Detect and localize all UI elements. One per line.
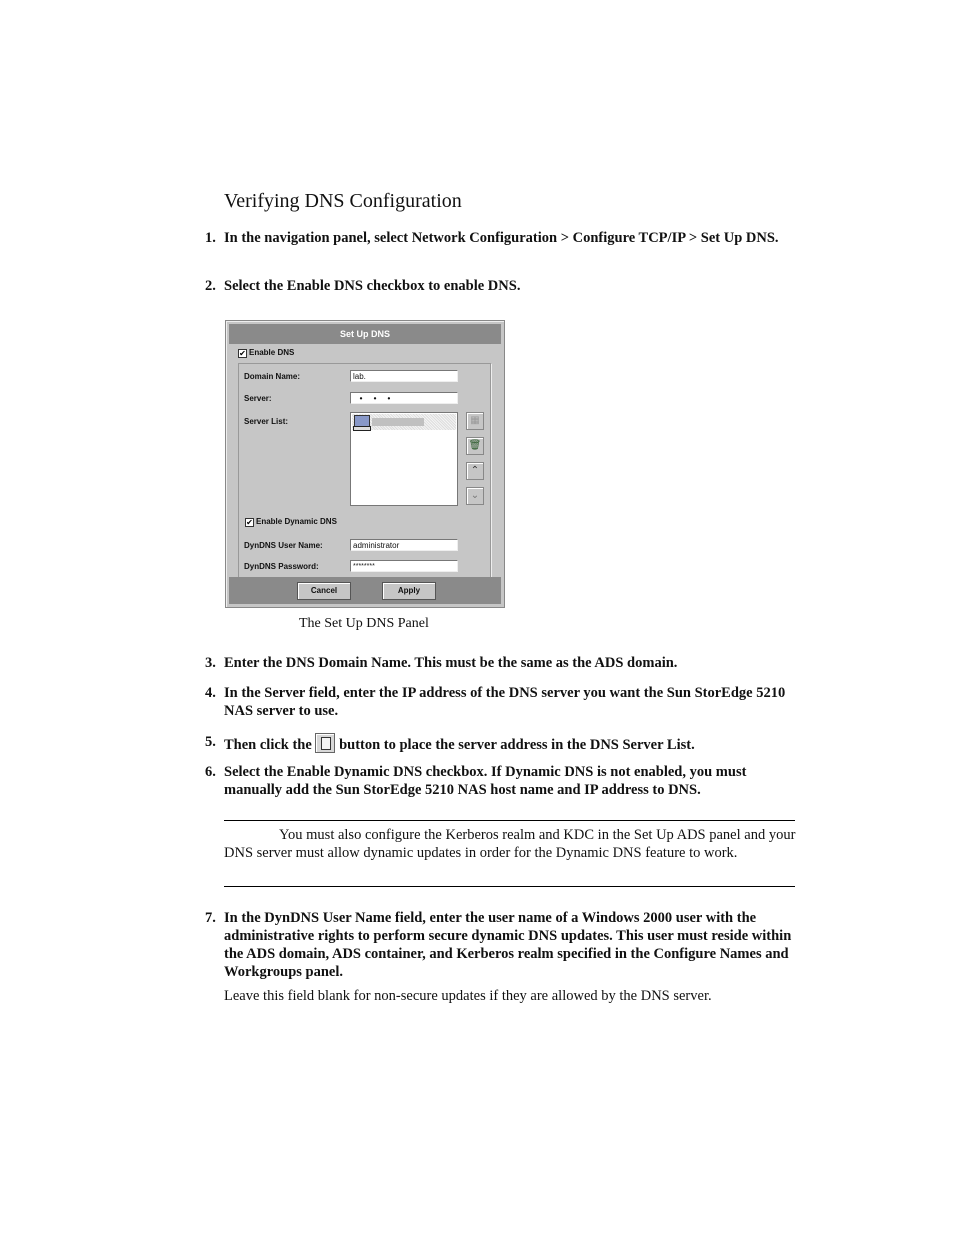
dyndns-user-label: DynDNS User Name: bbox=[244, 541, 323, 550]
server-label: Server: bbox=[244, 394, 272, 403]
enable-dns-label: Enable DNS bbox=[249, 348, 295, 357]
step-text: Select the Enable DNS checkbox to enable… bbox=[224, 278, 521, 294]
step-3: 3. Enter the DNS Domain Name. This must … bbox=[205, 654, 805, 672]
server-list-item[interactable]: · bbox=[352, 414, 456, 431]
step-text: Select the Enable Dynamic DNS checkbox. … bbox=[224, 764, 747, 798]
dyndns-password-field[interactable]: ******** bbox=[350, 560, 458, 572]
server-list[interactable]: · bbox=[350, 412, 458, 506]
add-server-icon: ▦ bbox=[470, 415, 480, 426]
panel-title: Set Up DNS bbox=[229, 324, 501, 344]
move-up-icon: ⌃ bbox=[470, 465, 480, 476]
step-number: 2. bbox=[205, 278, 216, 294]
step-text-before: Then click the bbox=[224, 737, 312, 753]
enable-dynamic-dns-checkbox[interactable]: ✔ bbox=[245, 518, 254, 527]
step-text: Enter the DNS Domain Name. This must be … bbox=[224, 655, 678, 671]
server-list-label: Server List: bbox=[244, 417, 289, 426]
step-5: 5. Then click the button to place the se… bbox=[205, 733, 805, 754]
note-bottom-rule bbox=[224, 886, 795, 887]
step-4: 4. In the Server field, enter the IP add… bbox=[205, 684, 805, 720]
note-top-rule bbox=[224, 820, 795, 821]
step-2: 2. Select the Enable DNS checkbox to ena… bbox=[205, 277, 805, 295]
step-text: In the DynDNS User Name field, enter the… bbox=[224, 910, 792, 980]
move-down-button[interactable]: ⌄ bbox=[466, 487, 484, 505]
dyndns-user-field[interactable]: administrator bbox=[350, 539, 458, 551]
step-number: 6. bbox=[205, 764, 216, 780]
step-text-after: button to place the server address in th… bbox=[339, 737, 695, 753]
step-number: 5. bbox=[205, 734, 216, 750]
delete-server-button[interactable]: 🗑 bbox=[466, 437, 484, 455]
server-ip-field[interactable]: • • • bbox=[350, 392, 458, 404]
move-up-button[interactable]: ⌃ bbox=[466, 462, 484, 480]
add-server-button[interactable]: ▦ bbox=[466, 412, 484, 430]
step-text: Then click the button to place the serve… bbox=[224, 733, 805, 754]
step-1: 1. In the navigation panel, select Netwo… bbox=[205, 229, 805, 265]
computer-base-icon bbox=[353, 426, 371, 431]
server-list-item-selection bbox=[372, 418, 424, 426]
apply-button[interactable]: Apply bbox=[382, 582, 436, 600]
step-text: In the Server field, enter the IP addres… bbox=[224, 685, 786, 719]
note-body: You must also configure the Kerberos rea… bbox=[224, 827, 796, 861]
domain-name-field[interactable]: lab. bbox=[350, 370, 458, 382]
step-number: 1. bbox=[205, 230, 216, 246]
note-text: You must also configure the Kerberos rea… bbox=[224, 826, 799, 862]
section-title: Verifying DNS Configuration bbox=[224, 190, 462, 212]
move-down-icon: ⌄ bbox=[470, 490, 480, 501]
cancel-button[interactable]: Cancel bbox=[297, 582, 351, 600]
step-number: 3. bbox=[205, 655, 216, 671]
step-text: In the navigation panel, select Network … bbox=[224, 230, 779, 246]
figure-caption: The Set Up DNS Panel bbox=[299, 616, 429, 631]
panel-footer: Cancel Apply bbox=[229, 577, 501, 604]
enable-dns-checkbox[interactable]: ✔ bbox=[238, 349, 247, 358]
trash-icon: 🗑 bbox=[468, 440, 482, 451]
step-6: 6. Select the Enable Dynamic DNS checkbo… bbox=[205, 763, 805, 799]
step-number: 4. bbox=[205, 685, 216, 701]
step-number: 7. bbox=[205, 910, 216, 926]
enable-dynamic-dns-label: Enable Dynamic DNS bbox=[256, 517, 337, 526]
domain-name-label: Domain Name: bbox=[244, 372, 301, 381]
step-7-followup: Leave this field blank for non-secure up… bbox=[224, 988, 712, 1004]
step-7: 7. In the DynDNS User Name field, enter … bbox=[205, 909, 805, 981]
add-server-icon bbox=[315, 733, 336, 753]
set-up-dns-panel: Set Up DNS ✔ Enable DNS Domain Name: lab… bbox=[225, 320, 505, 608]
dyndns-password-label: DynDNS Password: bbox=[244, 562, 319, 571]
